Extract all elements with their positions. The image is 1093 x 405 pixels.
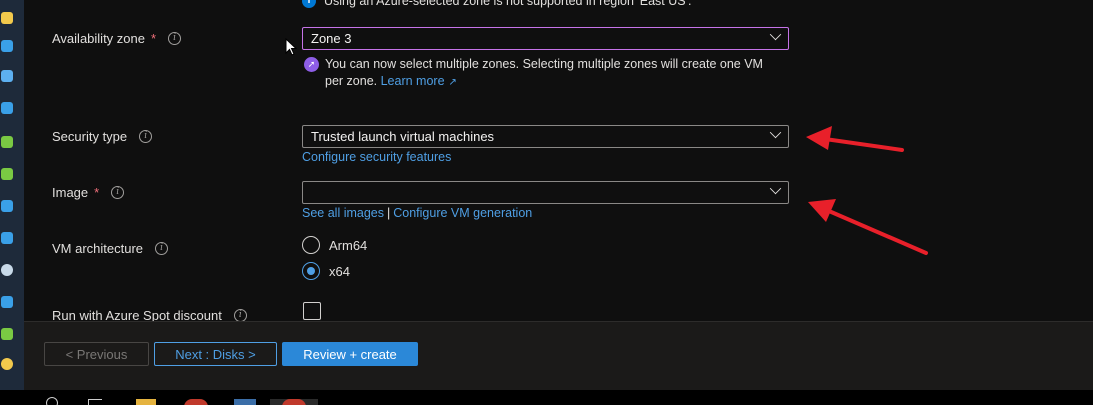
app-icon[interactable] [234,399,256,405]
annotation-arrows [806,126,928,255]
chrome-icon[interactable] [184,399,208,405]
mouse-cursor-icon [285,38,297,56]
security-arrow [806,126,904,152]
task-view-icon[interactable] [88,399,102,405]
azure-create-vm-screen: i Using an Azure-selected zone is not su… [0,0,1093,405]
os-taskbar [0,390,1093,405]
search-icon[interactable] [46,397,58,405]
file-explorer-icon[interactable] [136,399,156,405]
chrome-icon[interactable] [282,399,306,405]
image-arrow [808,199,928,255]
